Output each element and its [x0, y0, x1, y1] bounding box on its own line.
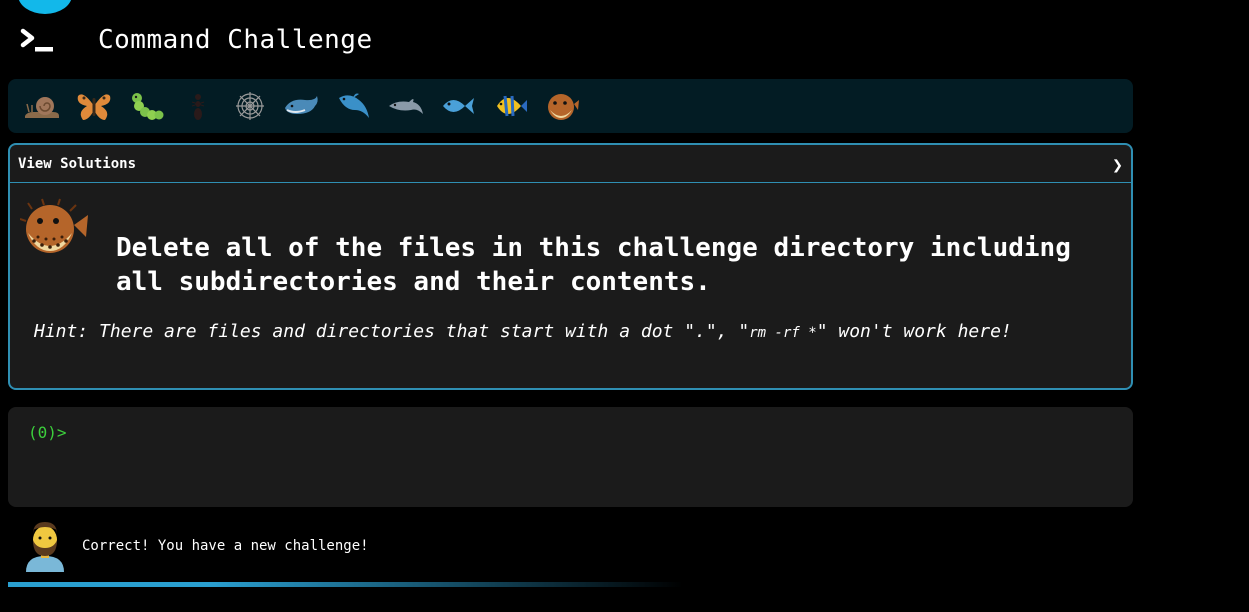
- level-spider-web[interactable]: [224, 86, 276, 126]
- level-fish[interactable]: [432, 86, 484, 126]
- hint-text: Hint: There are files and directories th…: [34, 321, 1012, 342]
- level-blowfish[interactable]: [536, 86, 588, 126]
- hint-prefix: Hint: There are files and directories th…: [34, 321, 750, 342]
- blowfish-icon: [20, 198, 88, 253]
- challenge-panel: View Solutions ❯ Delete all of the files…: [8, 143, 1133, 390]
- terminal-line: (0)>: [28, 423, 1113, 442]
- butterfly-icon: [77, 94, 111, 120]
- caterpillar-icon: [132, 93, 164, 120]
- ant-icon: [191, 94, 205, 120]
- chevron-right-icon: ❯: [1112, 154, 1123, 176]
- hint-command: rm -rf *: [749, 325, 817, 341]
- terminal-prompt-icon: [20, 28, 53, 52]
- terminal-prompt: (0)>: [28, 423, 67, 442]
- page: Command Challenge View Solutions ❯ Delet…: [0, 0, 1249, 612]
- terminal[interactable]: (0)>: [8, 407, 1133, 507]
- snail-icon: [25, 97, 59, 118]
- terminal-input[interactable]: [66, 423, 1113, 442]
- dolphin-icon: [389, 99, 423, 114]
- message-text: Correct! You have a new challenge!: [82, 538, 369, 554]
- level-whale[interactable]: [276, 86, 328, 126]
- progress-fill: [8, 582, 683, 587]
- status-message: Correct! You have a new challenge!: [24, 520, 369, 572]
- app-title: Command Challenge: [98, 25, 373, 55]
- level-snail[interactable]: [16, 86, 68, 126]
- level-butterfly[interactable]: [68, 86, 120, 126]
- hint-suffix: " won't work here!: [816, 321, 1012, 342]
- dolphin-jump-icon: [339, 93, 369, 118]
- header: Command Challenge: [20, 24, 373, 56]
- view-solutions-toggle[interactable]: View Solutions ❯: [10, 145, 1131, 183]
- level-dolphin[interactable]: [380, 86, 432, 126]
- view-solutions-label: View Solutions: [18, 155, 137, 172]
- tropical-fish-icon: [497, 95, 527, 117]
- whale-icon: [285, 96, 318, 114]
- spider-web-icon: [236, 92, 264, 120]
- top-accent-arc: [18, 0, 72, 14]
- level-caterpillar[interactable]: [120, 86, 172, 126]
- blowfish-icon: [548, 94, 579, 120]
- level-ant[interactable]: [172, 86, 224, 126]
- level-selector: [8, 79, 1133, 133]
- progress-bar: [8, 582, 1133, 587]
- fish-icon: [443, 98, 474, 114]
- level-tropical-fish[interactable]: [484, 86, 536, 126]
- bearded-man-avatar-icon: [26, 522, 64, 572]
- level-spouting-whale[interactable]: [328, 86, 380, 126]
- challenge-description: Delete all of the files in this challeng…: [116, 233, 1071, 297]
